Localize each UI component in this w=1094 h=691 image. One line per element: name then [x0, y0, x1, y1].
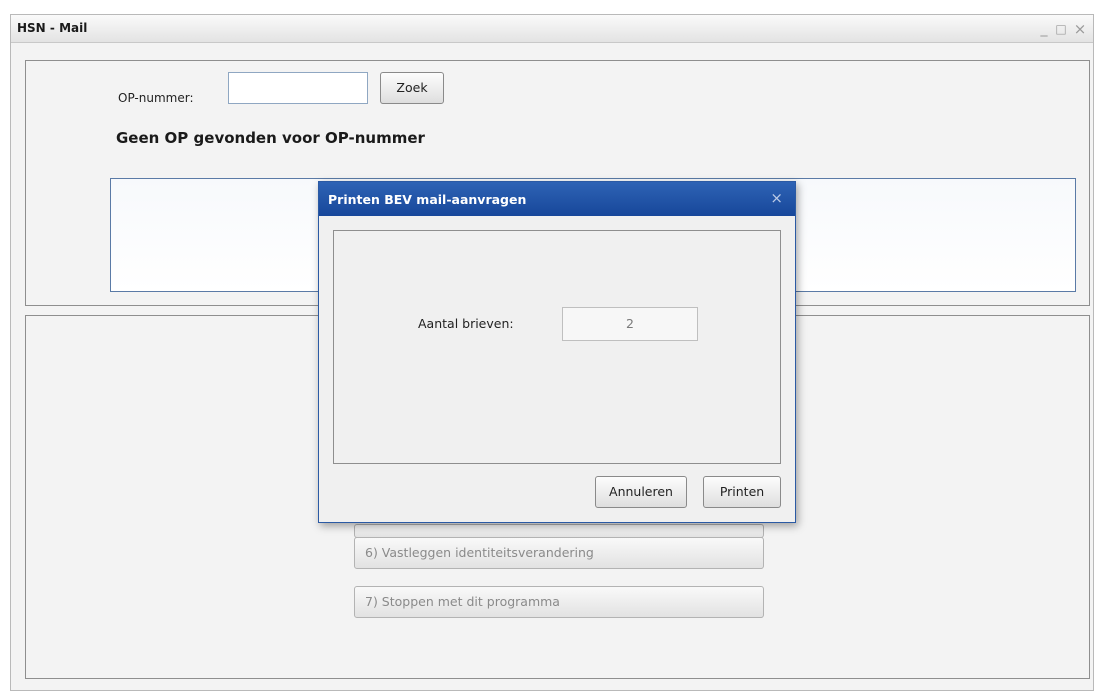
dialog-content-panel: Aantal brieven: 2: [333, 230, 781, 464]
minimize-icon[interactable]: _: [1037, 19, 1051, 39]
dialog-titlebar[interactable]: Printen BEV mail-aanvragen ×: [319, 182, 795, 216]
op-number-label: OP-nummer:: [118, 91, 194, 105]
maximize-icon[interactable]: □: [1054, 19, 1068, 39]
print-button[interactable]: Printen: [703, 476, 781, 508]
close-icon[interactable]: ×: [1073, 19, 1087, 39]
menu-button-6[interactable]: 6) Vastleggen identiteitsverandering: [354, 537, 764, 569]
window-title: HSN - Mail: [17, 21, 88, 35]
status-message: Geen OP gevonden voor OP-nummer: [116, 129, 425, 147]
op-number-input[interactable]: [228, 72, 368, 104]
cancel-button[interactable]: Annuleren: [595, 476, 687, 508]
menu-button-5[interactable]: [354, 524, 764, 538]
print-dialog: Printen BEV mail-aanvragen × Aantal brie…: [318, 181, 796, 523]
search-button[interactable]: Zoek: [380, 72, 444, 104]
window-titlebar[interactable]: HSN - Mail _ □ ×: [11, 15, 1093, 43]
letter-count-label: Aantal brieven:: [418, 316, 514, 331]
dialog-close-icon[interactable]: ×: [770, 189, 783, 207]
letter-count-field: 2: [562, 307, 698, 341]
dialog-title: Printen BEV mail-aanvragen: [328, 192, 527, 207]
menu-button-7[interactable]: 7) Stoppen met dit programma: [354, 586, 764, 618]
